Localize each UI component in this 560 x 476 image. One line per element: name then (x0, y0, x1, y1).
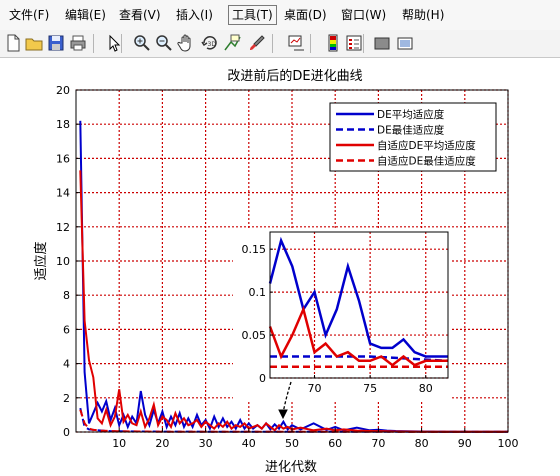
legend-label-0: DE平均适应度 (377, 108, 445, 121)
colorbar-icon[interactable] (323, 33, 343, 53)
x-tick-label: 80 (415, 437, 429, 450)
show-plot-tools-icon[interactable] (395, 33, 415, 53)
menu-item-5[interactable]: 桌面(D) (282, 6, 329, 24)
pan-hand-icon[interactable] (176, 33, 196, 53)
x-tick-label: 100 (498, 437, 519, 450)
legend-label-3: 自适应DE最佳适应度 (377, 155, 476, 168)
menu-item-3[interactable]: 插入(I) (174, 6, 215, 24)
toolbar-separator (363, 34, 364, 53)
inset-y-tick-label: 0.15 (242, 243, 267, 256)
inset-x-tick-label: 80 (419, 382, 433, 395)
y-tick-label: 4 (63, 358, 70, 371)
x-tick-label: 50 (285, 437, 299, 450)
y-tick-label: 10 (56, 255, 70, 268)
inset-y-tick-label: 0.05 (242, 329, 267, 342)
open-file-icon[interactable] (24, 33, 44, 53)
toolbar-separator (310, 34, 311, 53)
y-tick-label: 12 (56, 221, 70, 234)
inset-x-tick-label: 75 (363, 382, 377, 395)
legend-label-2: 自适应DE平均适应度 (377, 139, 476, 152)
x-tick-label: 20 (155, 437, 169, 450)
figure-plot: 改进前后的DE进化曲线 进化代数 适应度 10 20 30 40 50 60 70 80 90 1… (33, 68, 519, 475)
y-tick-label: 8 (63, 289, 70, 302)
link-plot-icon[interactable] (286, 33, 306, 53)
y-axis-label: 适应度 (33, 241, 49, 280)
x-axis-label: 进化代数 (265, 460, 317, 475)
x-tick-label: 90 (458, 437, 472, 450)
y-tick-label: 16 (56, 152, 70, 165)
figure-canvas: 改进前后的DE进化曲线 进化代数 适应度 10 20 30 40 50 60 70 80 90 1… (0, 58, 560, 476)
inset-x-tick-label: 70 (308, 382, 322, 395)
toolbar-separator (121, 34, 122, 53)
legend-icon[interactable] (344, 33, 364, 53)
brush-icon[interactable] (247, 33, 267, 53)
x-tick-label: 70 (371, 437, 385, 450)
y-tick-label: 20 (56, 84, 70, 97)
x-tick-label: 30 (199, 437, 213, 450)
y-tick-label: 0 (63, 426, 70, 439)
chart-title: 改进前后的DE进化曲线 (227, 68, 362, 84)
data-cursor-icon[interactable] (222, 33, 242, 53)
x-tick-label: 60 (328, 437, 342, 450)
menu-item-0[interactable]: 文件(F) (7, 6, 51, 24)
inset-y-tick-label: 0.1 (249, 286, 267, 299)
menu-bar: 文件(F) 编辑(E) 查看(V) 插入(I) 工具(T) 桌面(D) 窗口(W) 帮助(H) (0, 0, 560, 31)
print-icon[interactable] (68, 33, 88, 53)
save-icon[interactable] (46, 33, 66, 53)
inset-y-tick-label: 0 (259, 372, 266, 385)
menu-item-6[interactable]: 窗口(W) (339, 6, 388, 24)
hide-plot-tools-icon[interactable] (372, 33, 392, 53)
y-tick-label: 14 (56, 187, 70, 200)
new-figure-icon[interactable] (3, 33, 23, 53)
x-tick-label: 10 (112, 437, 126, 450)
svg-text:3D: 3D (208, 41, 217, 48)
figure-toolbar: 3D (0, 30, 560, 58)
zoom-in-icon[interactable] (132, 33, 152, 53)
rotate-3d-icon[interactable]: 3D (200, 33, 220, 53)
menu-item-2[interactable]: 查看(V) (117, 6, 163, 24)
x-tick-label: 40 (242, 437, 256, 450)
menu-item-1[interactable]: 编辑(E) (63, 6, 108, 24)
y-tick-label: 2 (63, 392, 70, 405)
zoom-out-icon[interactable] (154, 33, 174, 53)
menu-item-4[interactable]: 工具(T) (228, 5, 277, 25)
toolbar-separator (93, 34, 94, 53)
y-tick-label: 6 (63, 323, 70, 336)
y-tick-label: 18 (56, 118, 70, 131)
menu-item-7[interactable]: 帮助(H) (400, 6, 446, 24)
legend-label-1: DE最佳适应度 (377, 124, 445, 137)
toolbar-separator (272, 34, 273, 53)
